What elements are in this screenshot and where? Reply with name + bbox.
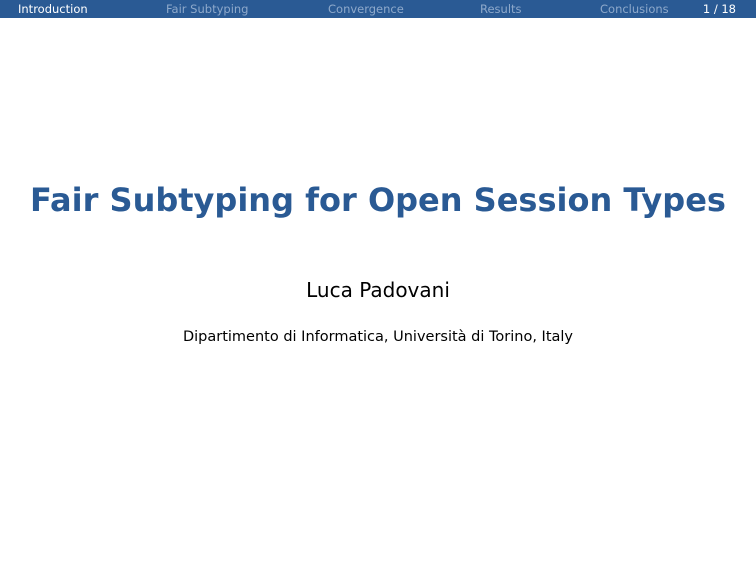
page-counter: 1 / 18 [702,2,736,16]
slide: Introduction Fair Subtyping Convergence … [0,0,756,567]
nav-section-conclusions[interactable]: Conclusions [600,0,669,18]
author-institute: Dipartimento di Informatica, Università … [182,329,574,345]
slide-title: Fair Subtyping for Open Session Types [30,181,726,219]
nav-section-convergence[interactable]: Convergence [328,0,404,18]
section-navigation-bar: Introduction Fair Subtyping Convergence … [0,0,756,18]
author-name: Luca Padovani [306,278,450,302]
nav-section-fair-subtyping[interactable]: Fair Subtyping [166,0,248,18]
nav-section-introduction[interactable]: Introduction [18,0,88,18]
nav-section-results[interactable]: Results [480,0,522,18]
